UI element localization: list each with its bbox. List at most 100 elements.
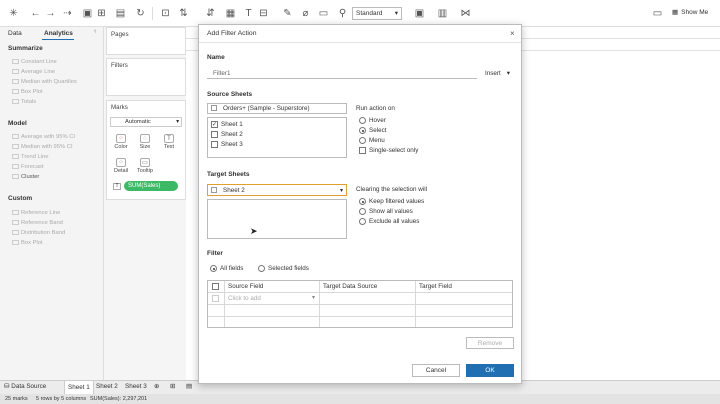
collapse-pane-icon[interactable]: ‹ <box>94 28 96 35</box>
tab-analytics[interactable]: Analytics <box>44 28 73 39</box>
dialog-titlebar: Add Filter Action × <box>199 25 521 43</box>
run-on-hover-radio[interactable] <box>359 117 366 124</box>
analytics-item[interactable]: Constant Line <box>12 59 57 65</box>
insert-menu[interactable]: Insert ▾ <box>485 70 510 77</box>
save-icon[interactable]: ▣ <box>82 8 93 19</box>
radio-label: All fields <box>220 265 244 272</box>
highlight-icon[interactable]: ✎ <box>282 8 293 19</box>
run-on-menu-radio[interactable] <box>359 137 366 144</box>
new-datasource-icon[interactable]: ⊞ <box>96 8 107 19</box>
analytics-item[interactable]: Forecast <box>12 164 44 170</box>
label-icon[interactable]: T <box>243 8 254 19</box>
analytics-pane: Data Analytics ‹ Summarize Constant Line… <box>0 27 104 380</box>
source-sheet-label: Sheet 3 <box>221 141 243 148</box>
selected-fields-radio[interactable] <box>258 265 265 272</box>
group-icon[interactable]: ▦ <box>225 8 236 19</box>
refresh-icon[interactable]: ↻ <box>135 8 146 19</box>
source-field-select[interactable]: Click to add ▾ <box>226 294 317 303</box>
detail-mark-button[interactable]: ⁘ Detail <box>111 157 131 175</box>
new-story-icon[interactable]: ▤ <box>186 383 192 390</box>
pin-icon[interactable]: ⚲ <box>337 8 348 19</box>
share-icon[interactable]: ⋈ <box>460 8 471 19</box>
analytics-item[interactable]: Box Plot <box>12 89 43 95</box>
show-all-radio[interactable] <box>359 208 366 215</box>
analytics-item[interactable]: Totals <box>12 99 36 105</box>
analytics-item[interactable]: Average Line <box>12 69 55 75</box>
color-icon: ⁘ <box>116 134 126 143</box>
tooltip-mark-button[interactable]: ▭ Tooltip <box>135 157 155 175</box>
table-header: Source Field <box>228 283 264 290</box>
forward-icon[interactable]: → <box>45 8 56 19</box>
status-marks: 25 marks <box>5 396 28 402</box>
analytics-item[interactable]: Reference Band <box>12 220 63 226</box>
text-mark-button[interactable]: T Text <box>159 133 179 151</box>
table-divider <box>208 316 512 317</box>
sum-sales-pill[interactable]: SUM(Sales) <box>124 181 178 191</box>
filters-shelf[interactable]: Filters <box>106 58 186 96</box>
new-dashboard-icon[interactable]: ⊞ <box>170 383 175 390</box>
analytics-item[interactable]: Trend Line <box>12 154 49 160</box>
size-mark-button[interactable]: ◌ Size <box>135 133 155 151</box>
source-sheet-checkbox[interactable] <box>211 131 218 138</box>
fit-select[interactable]: Standard ▾ <box>352 7 402 20</box>
new-worksheet-icon[interactable]: ⊕ <box>154 383 159 390</box>
close-icon[interactable]: × <box>510 29 515 38</box>
swap-icon[interactable]: ⊡ <box>160 8 171 19</box>
analytics-item[interactable]: Median with 95% CI <box>12 144 73 150</box>
exclude-all-radio[interactable] <box>359 218 366 225</box>
pages-shelf[interactable]: Pages <box>106 27 186 55</box>
source-sheet-checkbox[interactable] <box>211 141 218 148</box>
remove-button[interactable]: Remove <box>466 337 514 349</box>
download-icon[interactable]: ▥ <box>437 8 448 19</box>
source-datasource-select[interactable]: Orders+ (Sample - Superstore) <box>207 103 347 114</box>
sheet-tab[interactable]: Sheet 1 <box>64 381 94 394</box>
new-worksheet-icon[interactable]: ▤ <box>115 8 126 19</box>
tooltip-icon[interactable]: ▭ <box>318 8 329 19</box>
analytics-item[interactable]: Median with Quartiles <box>12 79 77 85</box>
keep-filtered-radio[interactable] <box>359 198 366 205</box>
data-source-tab-label: Data Source <box>11 383 47 390</box>
model-heading: Model <box>8 120 27 127</box>
name-input[interactable]: Filter1 <box>207 68 477 79</box>
mark-button-label: Detail <box>113 168 129 174</box>
select-all-checkbox[interactable] <box>212 283 219 290</box>
all-fields-radio[interactable] <box>210 265 217 272</box>
sort-ascending-icon[interactable]: ⇅ <box>178 8 189 19</box>
redo-icon[interactable]: ⇢ <box>62 8 73 19</box>
radio-label: Keep filtered values <box>369 198 425 205</box>
show-me-button[interactable]: ▦ Show Me <box>672 8 708 16</box>
analytics-item[interactable]: Average with 95% CI <box>12 134 75 140</box>
cancel-button[interactable]: Cancel <box>412 364 460 377</box>
database-icon: ⛁ <box>4 383 10 390</box>
dialog-title: Add Filter Action <box>207 30 257 37</box>
ok-button[interactable]: OK <box>466 364 514 377</box>
back-icon[interactable]: ← <box>30 8 41 19</box>
source-sheet-checkbox[interactable]: ✓ <box>211 121 218 128</box>
sort-descending-icon[interactable]: ⇵ <box>205 8 216 19</box>
analytics-item[interactable]: Cluster <box>12 174 39 180</box>
color-mark-button[interactable]: ⁘ Color <box>111 133 131 151</box>
presentation-icon[interactable]: ▣ <box>414 8 425 19</box>
single-select-checkbox[interactable] <box>359 147 366 154</box>
table-divider <box>224 281 225 327</box>
mark-type-select[interactable]: Automatic ▾ <box>110 117 182 127</box>
clip-icon[interactable]: ⌀ <box>300 8 311 19</box>
source-sheet-label: Sheet 2 <box>221 131 243 138</box>
mark-button-label: Size <box>139 144 151 150</box>
analytics-item-label: Distribution Band <box>21 230 66 237</box>
data-source-tab[interactable]: ⛁ Data Source <box>4 383 46 390</box>
analytics-item[interactable]: Distribution Band <box>12 230 65 236</box>
analytics-item[interactable]: Reference Line <box>12 210 60 216</box>
run-on-select-radio[interactable] <box>359 127 366 134</box>
fix-axes-icon[interactable]: ⊟ <box>258 8 269 19</box>
text-icon: T <box>164 134 174 143</box>
mouse-cursor-icon: ➤ <box>250 226 258 236</box>
analytics-item[interactable]: Box Plot <box>12 240 43 246</box>
target-sheet-select[interactable]: Sheet 2 ▾ <box>207 184 347 196</box>
sheet-tab[interactable]: Sheet 3 <box>125 383 147 390</box>
sheet-tab[interactable]: Sheet 2 <box>96 383 118 390</box>
comment-icon[interactable]: ▭ <box>652 8 663 19</box>
status-sum: SUM(Sales): 2,297,201 <box>90 396 148 402</box>
tab-data[interactable]: Data <box>8 28 22 39</box>
row-checkbox[interactable] <box>212 295 219 302</box>
